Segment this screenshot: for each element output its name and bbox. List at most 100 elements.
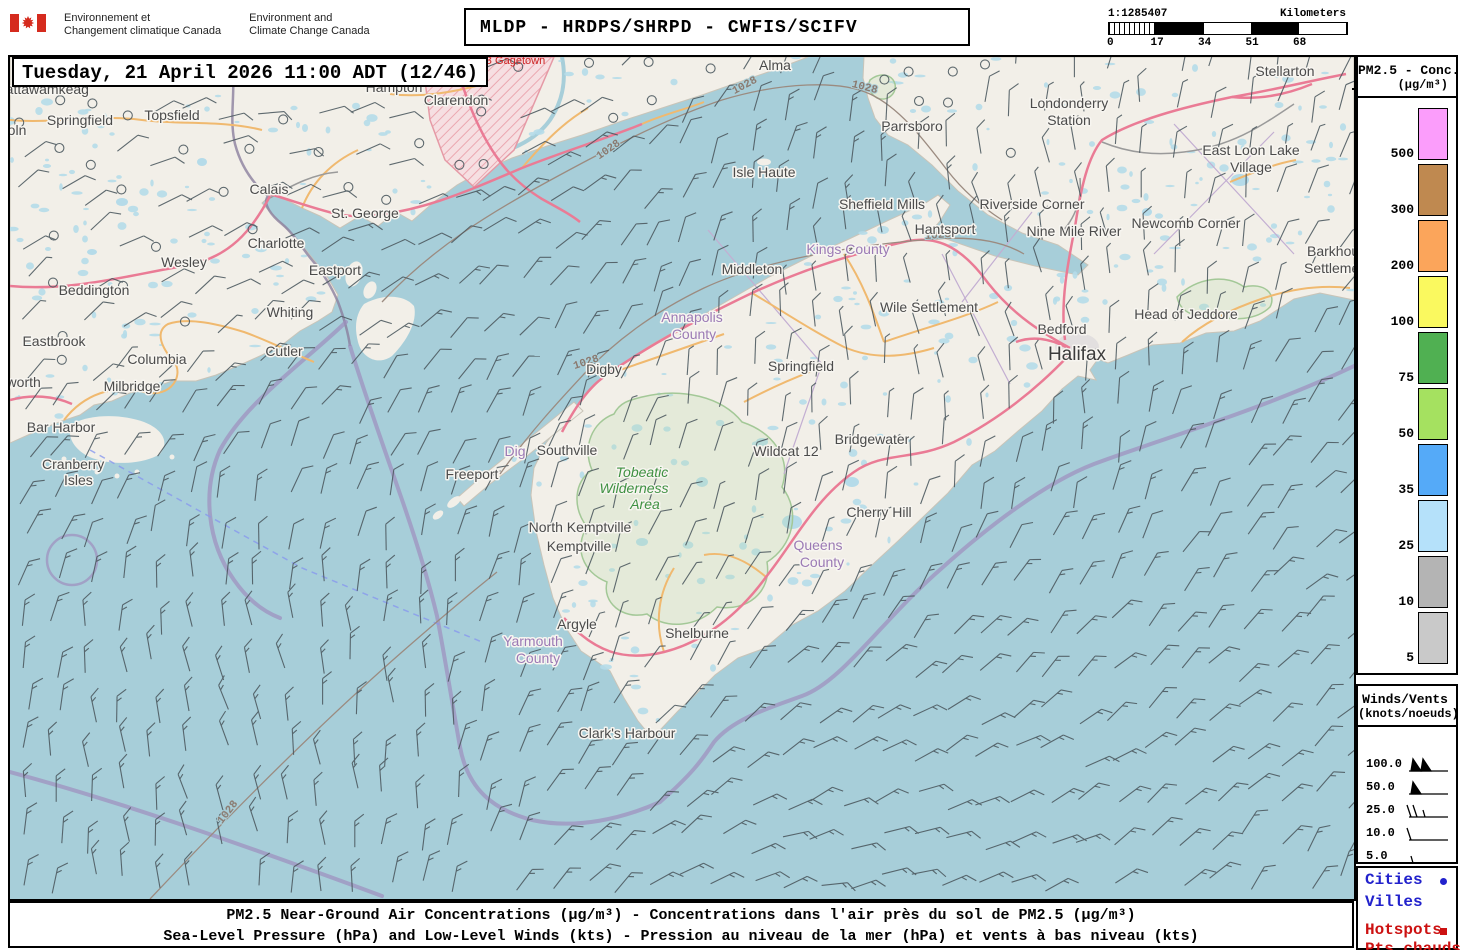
pm-level-value: 500 — [1390, 146, 1414, 161]
wind-speed-row: 100.0 — [1358, 754, 1456, 777]
map-label: Digby — [586, 361, 622, 377]
map-label: County — [516, 650, 560, 666]
map-label: Kemptville — [547, 538, 612, 554]
wind-speed-row: 25.0 — [1358, 800, 1456, 823]
pm-level-value: 75 — [1398, 370, 1414, 385]
pm-level-row: 100 — [1358, 274, 1456, 330]
pm-level-value: 200 — [1390, 258, 1414, 273]
pm-level-row: 10 — [1358, 554, 1456, 610]
map-label: Springfield — [47, 112, 113, 128]
map-label: Topsfield — [144, 107, 199, 123]
map-label: Yarmouth — [503, 633, 563, 649]
map-label: Station — [1047, 112, 1091, 128]
eccc-mldp-map-page: Environnement et Changement climatique C… — [0, 0, 1460, 950]
map-label: Calais — [250, 181, 289, 197]
pm25-legend-rows: 500 300 200 100 75 50 35 25 10 5 — [1358, 106, 1456, 666]
city-dot-icon — [1440, 878, 1447, 885]
wind-barb-icon — [1406, 804, 1448, 818]
hotspots-legend-en: Hotspots — [1358, 921, 1456, 940]
map-label: Barkhouse — [1307, 243, 1354, 259]
map-label: Bridgewater — [835, 431, 910, 447]
pm-level-swatch — [1418, 164, 1448, 216]
map-label: Cutler — [265, 343, 303, 359]
pm-level-swatch — [1418, 612, 1448, 664]
pm25-legend-units: (µg/m³) — [1397, 78, 1448, 92]
divider — [1358, 96, 1456, 98]
map-label: Parrsboro — [881, 118, 943, 134]
wind-legend-units: (knots/noeuds) — [1358, 707, 1459, 721]
map-label: Milbridge — [104, 378, 161, 394]
cities-legend-fr: Villes — [1365, 893, 1423, 911]
divider — [1358, 725, 1456, 727]
scale-tick: 51 — [1245, 37, 1259, 49]
map-label: Ellsworth — [10, 374, 41, 390]
model-title: MLDP - HRDPS/SHRPD - CWFIS/SCIFV — [480, 18, 858, 38]
pm-level-swatch — [1418, 220, 1448, 272]
map-label: Wesley — [161, 254, 207, 270]
map-label: Isle Haute — [732, 164, 795, 180]
map-label: Springfield — [768, 358, 834, 374]
map-label: Columbia — [127, 351, 186, 367]
map-label: Nine Mile River — [1027, 223, 1122, 239]
canada-flag-icon — [10, 14, 46, 32]
map-label: Head of Jeddore — [1134, 306, 1238, 322]
wind-barb-icon — [1409, 780, 1448, 795]
map-label: Bedford — [1037, 321, 1086, 337]
map-label: Wile Settlement — [880, 299, 978, 315]
map-label: Eastbrook — [22, 333, 86, 349]
map-label: Annapolis — [661, 309, 723, 325]
wind-speed-value: 10.0 — [1366, 826, 1395, 840]
map-label: County — [800, 554, 844, 570]
marker-legend-panel: Cities Villes Hotspots Pts chauds — [1356, 866, 1460, 950]
pm-level-swatch — [1418, 108, 1448, 160]
map-label: Bar Harbor — [27, 419, 96, 435]
map-label: Stellarton — [1255, 63, 1314, 79]
map-canvas[interactable]: 102810281028102810281028CFB GagetownMatt… — [8, 55, 1356, 901]
map-label: Area — [629, 496, 660, 512]
map-label: Halifax — [1048, 344, 1107, 365]
scale-tick-labels: 0 17 34 51 68 — [1107, 37, 1352, 51]
map-label: Newcomb Corner — [1132, 215, 1241, 231]
pm-level-swatch — [1418, 444, 1448, 496]
map-label: Tobeatic — [616, 464, 668, 480]
pm-level-value: 50 — [1398, 426, 1414, 441]
map-label: East Loon Lake — [1202, 142, 1300, 158]
wind-legend-title: Winds/Vents — [1362, 692, 1448, 707]
pm-level-swatch — [1418, 332, 1448, 384]
wind-speed-value: 25.0 — [1366, 803, 1395, 817]
wind-speed-value: 100.0 — [1366, 757, 1403, 771]
map-label: Whiting — [267, 304, 314, 320]
wind-legend-panel: Winds/Vents (knots/noeuds) 100.0 50.0 25.0… — [1356, 684, 1459, 864]
scale-tick: 0 — [1107, 37, 1114, 49]
scale-tick: 34 — [1198, 37, 1212, 49]
map-label: County — [672, 326, 716, 342]
map-label: Hantsport — [915, 221, 976, 237]
scale-tick: 17 — [1150, 37, 1164, 49]
map-label: Cranberry — [42, 456, 104, 472]
eccc-logo: Environnement et Changement climatique C… — [10, 12, 370, 38]
map-label: Settlement — [1304, 260, 1354, 276]
map-label: Charlotte — [248, 235, 305, 251]
pm-level-row: 25 — [1358, 498, 1456, 554]
wind-legend-rows: 100.0 50.0 25.0 10.0 5.0 — [1358, 754, 1456, 869]
pm-level-value: 5 — [1406, 650, 1414, 665]
logo-text-fr: Environnement et Changement climatique C… — [64, 12, 222, 37]
scale-tick: 68 — [1293, 37, 1307, 49]
scale-ratio: 1:1285407 — [1108, 8, 1168, 20]
cities-legend-en: Cities — [1358, 871, 1456, 890]
map-label: Alma — [759, 57, 791, 73]
map-label: Southville — [537, 442, 598, 458]
map-scale: 1:1285407 Kilometers 0 17 34 51 68 — [1107, 8, 1352, 52]
pm-level-swatch — [1418, 388, 1448, 440]
map-label: St. George — [331, 205, 399, 221]
scale-bar — [1108, 22, 1348, 35]
map-label: Wildcat 12 — [753, 443, 819, 459]
map-label: Village — [1230, 159, 1272, 175]
map-label: Dig — [504, 443, 525, 459]
pm25-legend-panel: PM2.5 - Conc. (µg/m³) 500 300 200 100 75 50 35… — [1356, 55, 1459, 675]
pm-level-row: 200 — [1358, 218, 1456, 274]
hotspots-legend-fr: Pts chauds — [1365, 940, 1460, 950]
pm-level-value: 25 — [1398, 538, 1414, 553]
pm-level-swatch — [1418, 500, 1448, 552]
caption-line2: Sea-Level Pressure (hPa) and Low-Level W… — [163, 928, 1199, 945]
